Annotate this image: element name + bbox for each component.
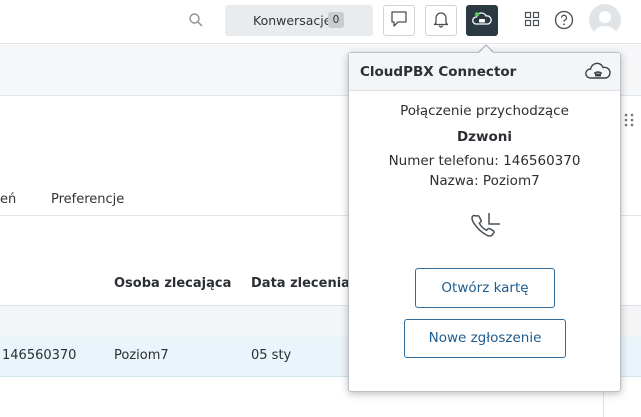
table-cell-date: 05 sty — [251, 348, 292, 363]
popup-arrow-inner — [479, 46, 493, 53]
incoming-call-icon — [469, 211, 503, 245]
drag-handle-icon[interactable] — [624, 113, 634, 127]
chat-icon — [390, 10, 408, 32]
call-status-text: Dzwoni — [456, 129, 513, 145]
open-card-button[interactable]: Otwórz kartę — [415, 268, 555, 308]
caller-name-text: Nazwa: Poziom7 — [429, 173, 540, 189]
user-avatar-icon[interactable] — [589, 4, 621, 36]
column-header-requester[interactable]: Osoba zlecająca — [114, 276, 231, 291]
notifications-button[interactable] — [425, 5, 457, 36]
call-type-text: Połączenie przychodzące — [400, 103, 569, 119]
top-bar: Konwersacje 0 — [0, 0, 641, 44]
column-header-order-date[interactable]: Data zlecenia — [251, 276, 350, 291]
chat-button[interactable] — [383, 5, 415, 36]
popup-title: CloudPBX Connector — [360, 64, 517, 80]
search-icon[interactable] — [188, 12, 204, 28]
cloud-phone-icon — [585, 62, 611, 80]
cloud-phone-icon — [472, 10, 492, 32]
bell-icon — [432, 10, 450, 32]
conversations-label: Konwersacje — [253, 13, 332, 28]
table-cell-phone: 146560370 — [2, 348, 77, 363]
help-icon[interactable] — [554, 10, 574, 30]
cloudpbx-popup: CloudPBX Connector Połączenie przychodzą… — [348, 52, 621, 392]
apps-grid-icon[interactable] — [524, 11, 540, 27]
caller-phone-text: Numer telefonu: 146560370 — [388, 153, 581, 169]
table-cell-requester: Poziom7 — [114, 348, 169, 363]
popup-header: CloudPBX Connector — [349, 53, 620, 91]
tab-truncated[interactable]: eń — [0, 192, 16, 207]
cloudpbx-button[interactable] — [466, 5, 498, 36]
conversations-count-badge: 0 — [328, 12, 344, 28]
tab-preferences[interactable]: Preferencje — [51, 192, 124, 207]
new-ticket-button[interactable]: Nowe zgłoszenie — [404, 319, 566, 358]
conversations-button[interactable]: Konwersacje 0 — [225, 5, 373, 36]
